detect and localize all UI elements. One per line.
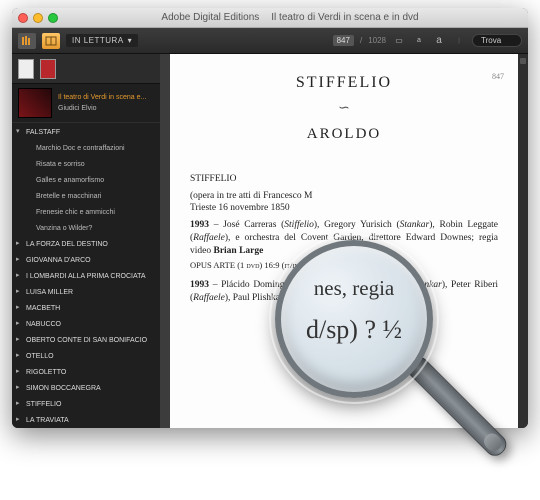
toc-child-item[interactable]: Bretelle e macchinari <box>12 189 160 205</box>
text-size-up-icon[interactable]: a <box>432 34 446 48</box>
book-author: Giudici Elvio <box>58 105 154 112</box>
section-title: STIFFELIO <box>190 173 498 186</box>
toc-parent-item[interactable]: OTELLO <box>12 349 160 365</box>
toc-parent-item[interactable]: I LOMBARDI ALLA PRIMA CROCIATA <box>12 269 160 285</box>
page-heading-1: STIFFELIO <box>190 72 498 94</box>
doc-name: Il teatro di Verdi in scena e in dvd <box>271 12 418 23</box>
text-size-down-icon[interactable]: a <box>412 34 426 48</box>
page-thumbnail[interactable] <box>18 59 34 79</box>
toc-child-item[interactable]: Marchio Doc e contraffazioni <box>12 141 160 157</box>
toolbar: IN LETTURA ▾ 847 / 1028 ▭ a a | Trova <box>12 28 528 54</box>
toc-parent-item[interactable]: SIMON BOCCANEGRA <box>12 381 160 397</box>
toc-child-item[interactable]: Vanzina o Wilder? <box>12 221 160 237</box>
ornament-icon: ∽ <box>190 100 498 119</box>
subtitle-line: (opera in tre atti di Francesco M Triest… <box>190 190 498 216</box>
book-cover <box>18 88 52 118</box>
titlebar: Adobe Digital Editions Il teatro di Verd… <box>12 8 528 28</box>
sidebar: Il teatro di Verdi in scena e... Giudici… <box>12 54 160 428</box>
zoom-button[interactable] <box>48 13 58 23</box>
chevron-down-icon: ▾ <box>128 36 133 45</box>
bookmark-icon[interactable] <box>520 58 526 64</box>
page-total: 1028 <box>368 36 386 45</box>
toc-parent-item[interactable]: NABUCCO <box>12 317 160 333</box>
toc-parent-item[interactable]: STIFFELIO <box>12 397 160 413</box>
window-title: Adobe Digital Editions Il teatro di Verd… <box>58 12 522 23</box>
toc-parent-item[interactable]: LUISA MILLER <box>12 285 160 301</box>
toc-child-item[interactable]: Risata e sorriso <box>12 157 160 173</box>
reading-view-icon[interactable] <box>42 33 60 49</box>
page-content: 847 STIFFELIO ∽ AROLDO STIFFELIO (opera … <box>170 54 518 428</box>
page-number: 847 <box>492 72 504 83</box>
entry-1993-domingo: 1993 – Plácido Domingo (Stiffelio), Vlad… <box>190 279 498 305</box>
page-current-input[interactable]: 847 <box>333 35 354 46</box>
entry-1993-carreras: 1993 – José Carreras (Stiffelio), Gregor… <box>190 219 498 257</box>
reading-mode-label: IN LETTURA <box>72 36 124 45</box>
reading-mode-dropdown[interactable]: IN LETTURA ▾ <box>66 34 138 47</box>
minimize-button[interactable] <box>33 13 43 23</box>
toc-parent-item[interactable]: LA FORZA DEL DESTINO <box>12 237 160 253</box>
entry-1993-credit: OPUS ARTE (1 dvd) 16:9 (it/ing <box>190 260 498 271</box>
page-thumbnail[interactable] <box>40 59 56 79</box>
app-window: Adobe Digital Editions Il teatro di Verd… <box>12 8 528 428</box>
close-button[interactable] <box>18 13 28 23</box>
app-name: Adobe Digital Editions <box>161 12 259 23</box>
toc-parent-item[interactable]: MACBETH <box>12 301 160 317</box>
main-area: Il teatro di Verdi in scena e... Giudici… <box>12 54 528 428</box>
toc-parent-item[interactable]: OBERTO CONTE DI SAN BONIFACIO <box>12 333 160 349</box>
toc-parent-item[interactable]: RIGOLETTO <box>12 365 160 381</box>
toc-parent-item[interactable]: GIOVANNA D'ARCO <box>12 253 160 269</box>
toc-child-item[interactable]: Frenesie chic e ammicchi <box>12 205 160 221</box>
table-of-contents[interactable]: FALSTAFFMarchio Doc e contraffazioniRisa… <box>12 123 160 428</box>
page-separator: / <box>360 36 362 45</box>
page-scrollbar[interactable] <box>518 54 528 428</box>
library-view-icon[interactable] <box>18 33 36 49</box>
traffic-lights <box>18 13 58 23</box>
thumb-strip <box>12 54 160 84</box>
find-input[interactable]: Trova <box>472 34 522 47</box>
fit-page-icon[interactable]: ▭ <box>392 34 406 48</box>
book-info-row[interactable]: Il teatro di Verdi in scena e... Giudici… <box>12 84 160 123</box>
toc-parent-item[interactable]: LA TRAVIATA <box>12 413 160 428</box>
book-title: Il teatro di Verdi in scena e... <box>58 94 154 102</box>
text-size-indicator-icon: | <box>452 34 466 48</box>
toc-child-item[interactable]: Galles e anamorfismo <box>12 173 160 189</box>
toc-parent-item[interactable]: FALSTAFF <box>12 125 160 141</box>
page-viewport: 847 STIFFELIO ∽ AROLDO STIFFELIO (opera … <box>160 54 528 428</box>
page-heading-2: AROLDO <box>190 124 498 144</box>
